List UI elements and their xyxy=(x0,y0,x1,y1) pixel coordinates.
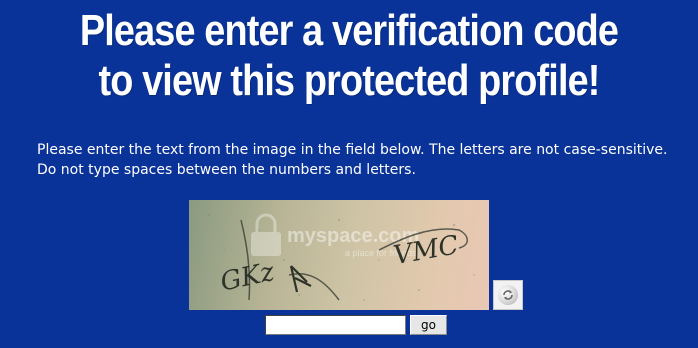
refresh-captcha-button[interactable] xyxy=(493,280,523,310)
captcha-graphic: myspace.com a place for friends GKz VMC xyxy=(208,213,475,301)
page-headline: Please enter a verification code to view… xyxy=(49,6,649,106)
captcha-image: myspace.com a place for friends GKz VMC xyxy=(189,200,489,310)
refresh-icon xyxy=(498,285,518,305)
headline-line-1: Please enter a verification code xyxy=(79,6,619,55)
captcha-text-left: GKz xyxy=(218,257,277,298)
go-button[interactable]: go xyxy=(410,315,447,335)
headline-line-2: to view this protected profile! xyxy=(98,56,600,105)
verification-code-input[interactable] xyxy=(265,315,406,335)
instructions-text: Please enter the text from the image in … xyxy=(37,142,668,178)
lock-icon xyxy=(251,213,281,256)
